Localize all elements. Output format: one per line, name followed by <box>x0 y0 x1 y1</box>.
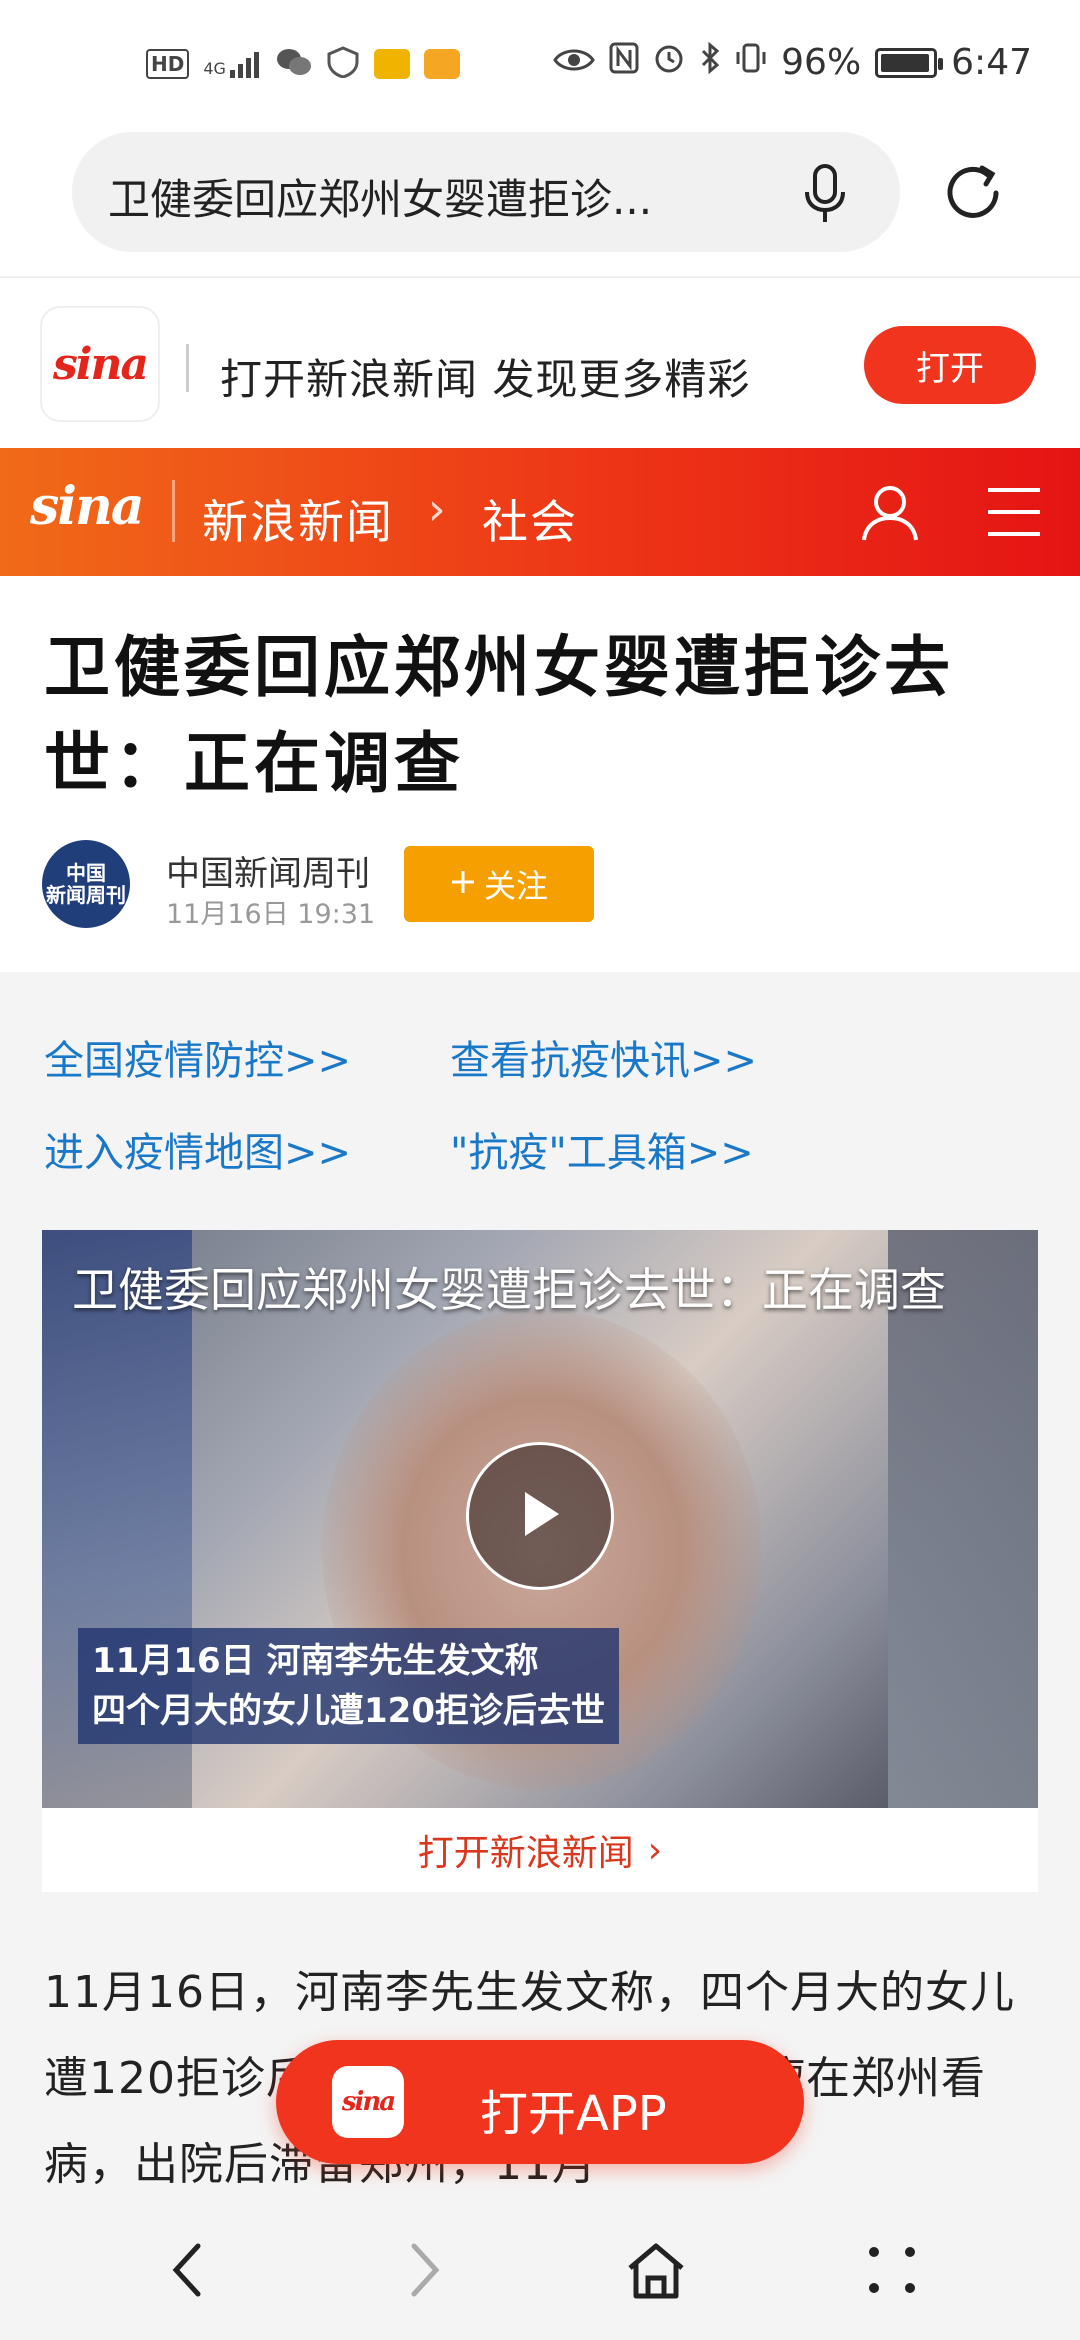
video-player[interactable]: 卫健委回应郑州女婴遭拒诊去世：正在调查 11月16日 河南李先生发文称 四个月大… <box>42 1230 1038 1808</box>
open-app-label: 打开APP <box>480 2086 667 2142</box>
status-left: HD 4G <box>146 46 460 82</box>
video-caption: 11月16日 河南李先生发文称 四个月大的女儿遭120拒诊后去世 <box>78 1628 619 1744</box>
alarm-icon <box>653 42 685 83</box>
avatar-text: 中国 新闻周刊 <box>46 861 126 907</box>
caption-line-1: 11月16日 河南李先生发文称 <box>92 1641 539 1681</box>
link-epidemic-news[interactable]: 查看抗疫快讯>> <box>450 1028 757 1086</box>
nfc-icon <box>609 42 639 83</box>
bluetooth-icon <box>699 41 721 83</box>
status-bar: HD 4G 96% 6:47 <box>0 0 1080 130</box>
author-row: 中国 新闻周刊 中国新闻周刊 11月16日 19:31 关注 <box>42 840 1042 936</box>
author-name[interactable]: 中国新闻周刊 <box>166 846 370 895</box>
microphone-icon[interactable] <box>798 162 852 226</box>
home-button[interactable] <box>616 2230 696 2310</box>
article-headline: 卫健委回应郑州女婴遭拒诊去世：正在调查 <box>44 629 954 802</box>
status-right: 96% 6:47 <box>553 41 1032 83</box>
user-icon[interactable] <box>858 480 922 544</box>
open-sina-news-link[interactable]: 打开新浪新闻 › <box>42 1808 1038 1892</box>
back-button[interactable] <box>148 2230 228 2310</box>
chevron-right-icon: › <box>647 1829 663 1871</box>
signal-icon: 4G <box>203 50 262 78</box>
open-sina-news-label: 打开新浪新闻 <box>417 1833 634 1874</box>
search-bar[interactable]: 卫健委回应郑州女婴遭拒诊... <box>72 132 900 252</box>
network-type: 4G <box>203 59 226 78</box>
shield-icon <box>326 46 360 82</box>
forward-button[interactable] <box>384 2230 464 2310</box>
mail-icon <box>373 49 410 79</box>
video-title: 卫健委回应郑州女婴遭拒诊去世：正在调查 <box>72 1263 946 1317</box>
more-options-button[interactable] <box>852 2230 932 2310</box>
battery-level <box>881 53 929 72</box>
search-input[interactable]: 卫健委回应郑州女婴遭拒诊... <box>108 166 768 227</box>
caption-line-2: 四个月大的女儿遭120拒诊后去世 <box>92 1691 605 1731</box>
clock: 6:47 <box>951 42 1032 83</box>
follow-label: 关注 <box>483 867 548 905</box>
wechat-icon <box>276 47 312 81</box>
link-epidemic-control[interactable]: 全国疫情防控>> <box>44 1028 351 1086</box>
app-banner: sina 打开新浪新闻 发现更多精彩 打开 <box>0 276 1080 448</box>
app-icon <box>423 49 460 79</box>
banner-divider <box>186 344 189 392</box>
hd-badge: HD <box>146 49 190 79</box>
sina-logo: sina <box>42 308 158 420</box>
link-epidemic-toolbox[interactable]: "抗疫"工具箱>> <box>450 1120 754 1178</box>
header-divider <box>172 480 175 542</box>
battery-icon <box>875 47 944 78</box>
link-epidemic-map[interactable]: 进入疫情地图>> <box>44 1120 351 1178</box>
open-app-button[interactable]: 打开 <box>864 326 1036 404</box>
banner-text: 打开新浪新闻 发现更多精彩 <box>220 355 751 404</box>
vibrate-icon <box>735 42 767 83</box>
menu-icon[interactable] <box>986 486 1042 538</box>
channel-title[interactable]: 新浪新闻 <box>202 486 394 552</box>
eye-icon <box>553 42 595 83</box>
sina-logo[interactable]: sina <box>30 476 145 537</box>
author-avatar[interactable]: 中国 新闻周刊 <box>42 840 130 928</box>
category-label[interactable]: 社会 <box>482 486 578 552</box>
breadcrumb-separator: › <box>428 484 446 535</box>
site-header: sina 新浪新闻 › 社会 <box>0 448 1080 576</box>
follow-button[interactable]: 关注 <box>404 846 594 922</box>
refresh-icon[interactable] <box>940 160 1006 226</box>
play-icon <box>515 1486 565 1546</box>
sina-logo: sina <box>332 2066 404 2138</box>
open-app-float-button[interactable]: sina 打开APP <box>276 2040 804 2164</box>
browser-bottom-nav <box>0 2200 1080 2340</box>
play-button[interactable] <box>466 1442 614 1590</box>
publish-time: 11月16日 19:31 <box>166 899 376 930</box>
battery-percent: 96% <box>781 42 862 83</box>
plus-icon <box>450 865 476 903</box>
